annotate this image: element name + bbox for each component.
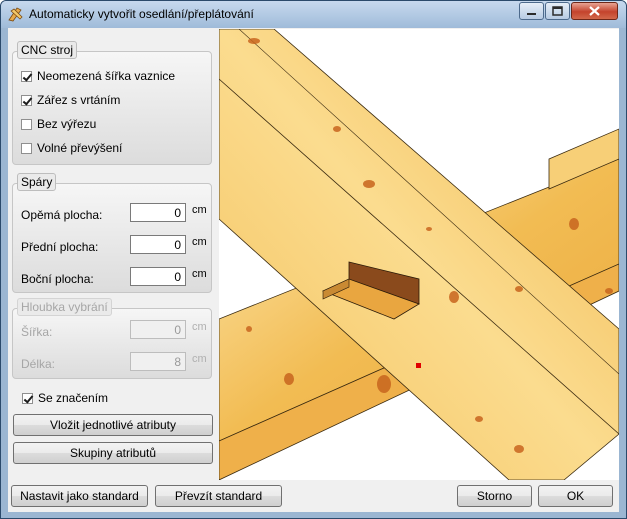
cnc-group-title: CNC stroj [17,41,78,59]
settings-panel: CNC stroj Neomezená šířka vaznice Zářez … [8,28,218,512]
support-surface-input[interactable]: 0 [130,203,186,222]
option-no-cutout-label: Bez výřezu [37,117,97,131]
title-bar[interactable]: Automaticky vytvořit osedlání/přeplátová… [1,1,626,28]
close-icon [589,6,600,16]
attribute-groups-button[interactable]: Skupiny atributů [13,442,213,464]
front-surface-input[interactable]: 0 [130,235,186,254]
option-unlimited-width-label: Neomezená šířka vaznice [37,69,176,83]
width-label: Šířka: [21,325,53,339]
front-surface-label: Přední plocha: [21,240,99,254]
depth-group: Hloubka vybrání Šířka: 0 cm Délka: 8 cm [12,298,212,379]
ok-button[interactable]: OK [538,485,613,507]
front-surface-unit: cm [192,236,207,248]
side-surface-label: Boční plocha: [21,272,94,286]
marking-checkbox[interactable] [22,392,33,404]
insert-attributes-button[interactable]: Vložit jednotlivé atributy [13,414,213,436]
length-label: Délka: [21,357,56,371]
3d-viewport[interactable] [219,29,619,480]
option-free-overhang[interactable]: Volné převýšení [21,141,122,155]
minimize-button[interactable] [519,2,544,20]
marking-label: Se značením [38,391,109,405]
cancel-button[interactable]: Storno [457,485,532,507]
side-surface-unit: cm [192,268,207,280]
depth-group-title: Hloubka vybrání [17,298,112,316]
dialog-client: CNC stroj Neomezená šířka vaznice Zářez … [8,28,619,512]
marking-option[interactable]: Se značením [22,391,108,405]
support-surface-label: Opěmá plocha: [21,208,103,222]
take-default-button[interactable]: Převzít standard [155,485,282,507]
option-notch-drilling-label: Zářez s vrtáním [37,93,121,107]
window-title: Automaticky vytvořit osedlání/přeplátová… [29,7,254,21]
option-unlimited-width-checkbox[interactable] [21,70,32,82]
support-surface-unit: cm [192,204,207,216]
width-unit: cm [192,321,207,333]
width-input[interactable]: 0 [130,320,186,339]
app-icon [8,7,23,22]
option-no-cutout[interactable]: Bez výřezu [21,117,96,131]
close-button[interactable] [571,2,618,20]
side-surface-input[interactable]: 0 [130,267,186,286]
dialog-window: Automaticky vytvořit osedlání/přeplátová… [0,0,627,519]
cnc-group: CNC stroj Neomezená šířka vaznice Zářez … [12,41,212,165]
length-input[interactable]: 8 [130,352,186,371]
maximize-button[interactable] [545,2,570,20]
timber-joint-view [219,29,619,480]
gaps-group: Spáry Opěmá plocha: 0 cm Přední plocha: … [12,173,212,293]
option-notch-drilling-checkbox[interactable] [21,94,32,106]
maximize-icon [552,6,563,16]
option-no-cutout-checkbox[interactable] [21,118,32,130]
option-notch-drilling[interactable]: Zářez s vrtáním [21,93,120,107]
option-free-overhang-checkbox[interactable] [21,142,32,154]
length-unit: cm [192,353,207,365]
minimize-icon [527,13,536,15]
set-default-button[interactable]: Nastavit jako standard [11,485,148,507]
option-unlimited-width[interactable]: Neomezená šířka vaznice [21,69,175,83]
gaps-group-title: Spáry [17,173,57,191]
bottom-button-bar: Nastavit jako standard Převzít standard … [8,480,619,512]
option-free-overhang-label: Volné převýšení [37,141,123,155]
